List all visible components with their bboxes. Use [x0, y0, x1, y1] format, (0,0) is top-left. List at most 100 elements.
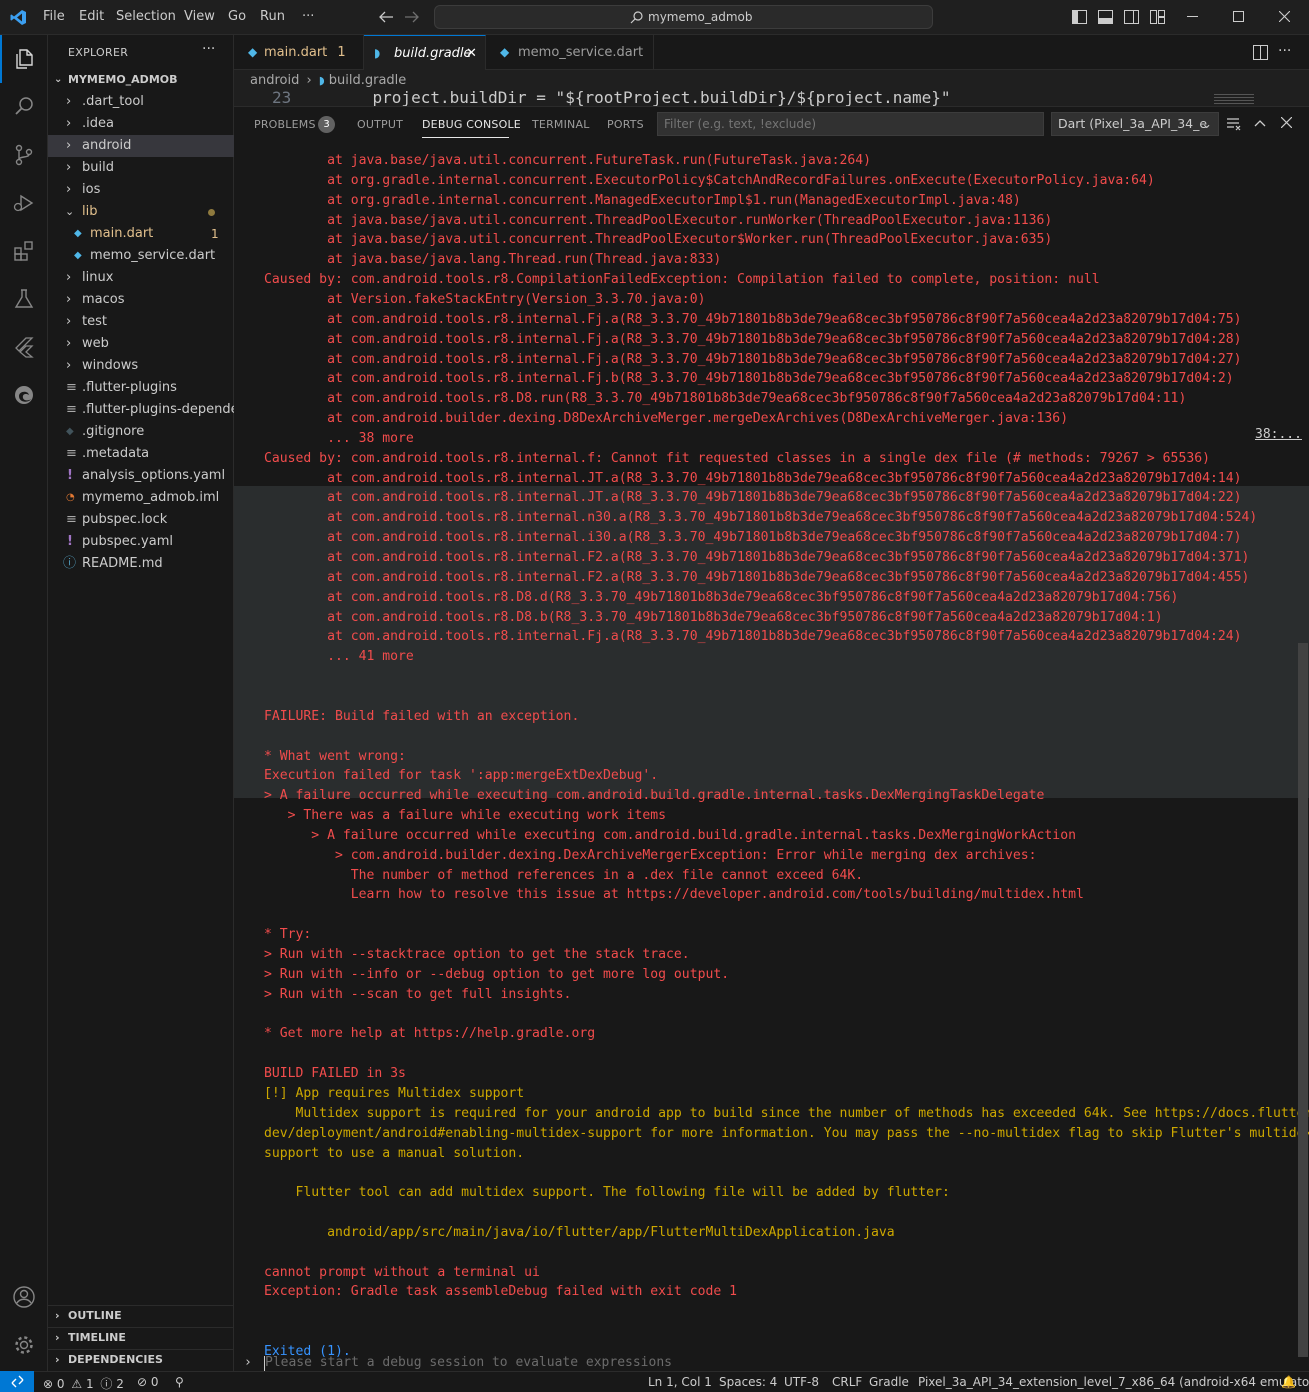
tree-item[interactable]: › .dart_tool: [48, 91, 234, 113]
close-panel-icon[interactable]: [1281, 117, 1292, 128]
tab-label: build.gradle: [394, 46, 472, 61]
problems-status[interactable]: ⊗ 0 ⚠ 1 ⓘ 2: [43, 1375, 124, 1392]
console-line: at com.android.tools.r8.D8.b(R8_3.3.70_4…: [264, 610, 1163, 625]
split-editor-icon[interactable]: [1253, 45, 1268, 60]
tree-item-label: macos: [82, 292, 125, 307]
tree-item[interactable]: ◔ mymemo_admob.iml: [48, 487, 234, 509]
menu-file[interactable]: File: [43, 9, 65, 24]
tree-item[interactable]: › build: [48, 157, 234, 179]
command-center-search[interactable]: mymemo_admob: [434, 5, 933, 29]
file-icon: ≡: [66, 446, 77, 461]
accounts-icon[interactable]: [0, 1273, 48, 1321]
tree-item[interactable]: › web: [48, 333, 234, 355]
minimize-icon[interactable]: [1187, 16, 1198, 18]
debug-session-select[interactable]: Dart (Pixel_3a_API_34_e ⌄: [1051, 112, 1219, 136]
menu-edit[interactable]: Edit: [79, 9, 104, 24]
dart-file-icon: ◆: [74, 228, 82, 239]
menu-selection[interactable]: Selection: [116, 9, 176, 24]
tree-item[interactable]: ! analysis_options.yaml: [48, 465, 234, 487]
tab-debug-console[interactable]: DEBUG CONSOLE: [422, 118, 521, 131]
breadcrumb-file[interactable]: build.gradle: [329, 73, 407, 88]
search-view-icon[interactable]: [0, 83, 48, 131]
tree-item-label: linux: [82, 270, 114, 285]
tree-item[interactable]: › .idea: [48, 113, 234, 135]
tree-item[interactable]: ⌄ lib: [48, 201, 234, 223]
close-tab-icon[interactable]: ✕: [466, 36, 477, 71]
menu-go[interactable]: Go: [228, 9, 246, 24]
tree-item-label: build: [82, 160, 114, 175]
workspace-root[interactable]: ⌄ MYMEMO_ADMOB: [48, 69, 234, 91]
tree-item[interactable]: › test: [48, 311, 234, 333]
dependencies-section[interactable]: › DEPENDENCIES: [48, 1349, 234, 1371]
console-line: at com.android.builder.dexing.D8DexArchi…: [264, 411, 1069, 426]
console-line: at com.android.tools.r8.internal.Fj.a(R8…: [264, 332, 1242, 347]
notifications-bell-icon[interactable]: 🔔: [1281, 1375, 1296, 1389]
console-line: at com.android.tools.r8.internal.i30.a(R…: [264, 530, 1242, 545]
end-of-line[interactable]: CRLF: [832, 1375, 862, 1389]
tab-build-gradle[interactable]: ◗ build.gradle ✕: [364, 35, 486, 70]
editor-more-icon[interactable]: ···: [1278, 43, 1291, 59]
source-control-icon[interactable]: [0, 131, 48, 179]
language-mode[interactable]: Gradle: [869, 1375, 909, 1389]
edge-devtools-icon[interactable]: [0, 371, 48, 419]
tree-item[interactable]: ◆ memo_service.dart: [48, 245, 234, 267]
toggle-primary-sidebar-icon[interactable]: [1072, 10, 1087, 24]
close-window-icon[interactable]: [1279, 11, 1290, 22]
encoding[interactable]: UTF-8: [784, 1375, 819, 1389]
flutter-icon[interactable]: [0, 323, 48, 371]
collapse-hint[interactable]: 38:...: [1255, 425, 1302, 445]
tree-item[interactable]: ≡ .flutter-plugins-depende...: [48, 399, 234, 421]
indentation[interactable]: Spaces: 4: [719, 1375, 777, 1389]
breadcrumb-folder[interactable]: android: [250, 73, 299, 88]
console-scrollbar[interactable]: [1298, 643, 1308, 1357]
tab-problems[interactable]: PROBLEMS: [254, 118, 316, 131]
explorer-icon[interactable]: [0, 35, 48, 83]
tree-item[interactable]: › ios: [48, 179, 234, 201]
tree-item[interactable]: ≡ .metadata: [48, 443, 234, 465]
forward-arrow-icon[interactable]: [404, 10, 420, 24]
maximize-icon[interactable]: [1233, 11, 1244, 22]
menu-run[interactable]: Run: [260, 9, 285, 24]
remote-indicator[interactable]: [0, 1371, 34, 1392]
toggle-secondary-sidebar-icon[interactable]: [1124, 10, 1139, 24]
outline-section[interactable]: › OUTLINE: [48, 1305, 234, 1327]
console-line: > A failure occurred while executing com…: [264, 828, 1076, 843]
panel-tabs: PROBLEMS 3 OUTPUT DEBUG CONSOLE TERMINAL…: [234, 107, 1309, 142]
timeline-section[interactable]: › TIMELINE: [48, 1327, 234, 1349]
tab-ports[interactable]: PORTS: [607, 118, 644, 131]
tree-item[interactable]: › linux: [48, 267, 234, 289]
tree-item[interactable]: ◆ main.dart 1: [48, 223, 234, 245]
extensions-icon[interactable]: [0, 227, 48, 275]
tab-output[interactable]: OUTPUT: [357, 118, 403, 131]
tree-item[interactable]: ≡ pubspec.lock: [48, 509, 234, 531]
menu-more[interactable]: ···: [302, 9, 314, 24]
maximize-panel-icon[interactable]: [1254, 118, 1266, 128]
console-filter-input[interactable]: [657, 112, 1044, 136]
tree-item[interactable]: › windows: [48, 355, 234, 377]
tree-item[interactable]: ◆ .gitignore: [48, 421, 234, 443]
cursor-position[interactable]: Ln 1, Col 1: [648, 1375, 712, 1389]
manage-gear-icon[interactable]: [0, 1321, 48, 1369]
toggle-panel-icon[interactable]: [1098, 10, 1113, 24]
run-and-debug-icon[interactable]: [0, 179, 48, 227]
tab-main-dart[interactable]: ◆ main.dart 1: [234, 35, 364, 70]
tree-item[interactable]: ⓘ README.md: [48, 553, 234, 575]
tab-memo-service[interactable]: ◆ memo_service.dart: [486, 35, 654, 70]
ports-status[interactable]: ⊘ 0: [137, 1375, 159, 1389]
back-arrow-icon[interactable]: [378, 10, 394, 24]
customize-layout-icon[interactable]: [1150, 10, 1165, 24]
tree-item[interactable]: › android: [48, 135, 234, 157]
device-selector[interactable]: Pixel_3a_API_34_extension_level_7_x86_64…: [918, 1375, 1309, 1389]
clear-console-icon[interactable]: [1226, 118, 1241, 131]
tree-item[interactable]: ≡ .flutter-plugins: [48, 377, 234, 399]
console-input-row[interactable]: › Please start a debug session to evalua…: [234, 1355, 1309, 1372]
breadcrumb: android › ◗ build.gradle: [250, 73, 406, 88]
menu-view[interactable]: View: [184, 9, 215, 24]
tree-item-label: README.md: [82, 556, 163, 571]
tab-terminal[interactable]: TERMINAL: [532, 118, 590, 131]
tree-item[interactable]: › macos: [48, 289, 234, 311]
explorer-more-icon[interactable]: ···: [202, 41, 215, 57]
testing-icon[interactable]: [0, 275, 48, 323]
tree-item[interactable]: ! pubspec.yaml: [48, 531, 234, 553]
debug-launch-icon[interactable]: ⚲: [175, 1375, 184, 1389]
